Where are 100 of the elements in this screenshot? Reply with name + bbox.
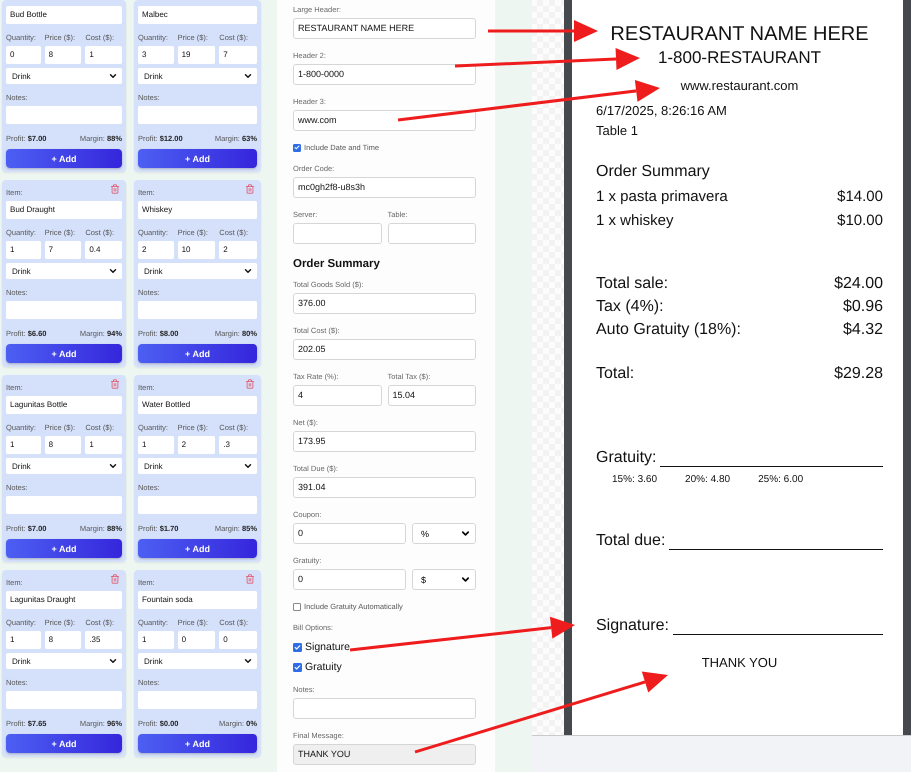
price-field[interactable]: 8 xyxy=(44,436,82,454)
quantity-field[interactable]: 1 xyxy=(138,436,174,454)
item-name-field[interactable]: Whiskey xyxy=(138,201,257,219)
item-name-field[interactable]: Fountain soda xyxy=(138,591,257,609)
total-amount: $24.00 xyxy=(834,274,883,294)
unit-select[interactable]: % xyxy=(412,523,476,544)
notes-field[interactable] xyxy=(138,496,257,514)
cost-field[interactable]: 1 xyxy=(85,436,122,454)
checkbox[interactable] xyxy=(293,144,301,152)
input-field[interactable]: 15.04 xyxy=(388,385,476,406)
item-name-field[interactable]: Bud Draught xyxy=(6,201,122,219)
input-field[interactable]: 0 xyxy=(293,569,406,590)
receipt-header: www.restaurant.com xyxy=(680,78,798,94)
receipt-table: Table 1 xyxy=(596,123,883,140)
trash-icon[interactable] xyxy=(245,574,255,584)
category-select[interactable]: Drink xyxy=(138,458,257,474)
line-amount: $10.00 xyxy=(837,210,883,230)
price-field[interactable]: 7 xyxy=(44,241,82,259)
notes-field[interactable] xyxy=(138,691,257,709)
add-button[interactable]: + Add xyxy=(6,539,122,558)
input-field[interactable]: 4 xyxy=(293,385,382,406)
quantity-field[interactable]: 3 xyxy=(138,46,174,64)
unit-select[interactable]: $ xyxy=(412,569,476,590)
trash-icon[interactable] xyxy=(245,379,255,389)
add-button[interactable]: + Add xyxy=(6,149,122,168)
trash-icon[interactable] xyxy=(110,184,120,194)
checkbox[interactable] xyxy=(293,642,302,652)
category-select[interactable]: Drink xyxy=(138,653,257,669)
input-field[interactable]: 202.05 xyxy=(293,339,476,360)
quantity-field[interactable]: 1 xyxy=(6,436,41,454)
price-field[interactable]: 8 xyxy=(44,46,82,64)
add-button[interactable]: + Add xyxy=(138,149,257,168)
item-name-field[interactable]: Lagunitas Draught xyxy=(6,591,122,609)
cost-field[interactable]: .3 xyxy=(219,436,257,454)
add-button[interactable]: + Add xyxy=(138,734,257,753)
category-select[interactable]: Drink xyxy=(6,68,122,84)
cost-field[interactable]: 0 xyxy=(219,631,257,649)
input-field[interactable] xyxy=(388,223,476,244)
input-field[interactable]: 173.95 xyxy=(293,431,476,452)
quantity-field[interactable]: 1 xyxy=(138,631,174,649)
input-field[interactable]: www.com xyxy=(293,110,476,131)
checkbox-label: Signature xyxy=(305,641,350,653)
trash-icon[interactable] xyxy=(245,184,255,194)
category-select[interactable]: Drink xyxy=(6,263,122,279)
receipt-header: 1-800-RESTAURANT xyxy=(658,47,822,68)
section-heading: Order Summary xyxy=(293,258,381,270)
total-label: Total sale: xyxy=(596,274,668,294)
cost-field[interactable]: 1 xyxy=(85,46,122,64)
category-select[interactable]: Drink xyxy=(138,263,257,279)
category-select[interactable]: Drink xyxy=(138,68,257,84)
cost-field[interactable]: 7 xyxy=(219,46,257,64)
tip-suggestion: 15%: 3.60 xyxy=(612,473,658,486)
input-field[interactable]: RESTAURANT NAME HERE xyxy=(293,18,476,39)
add-button[interactable]: + Add xyxy=(6,734,122,753)
price-field[interactable]: 2 xyxy=(178,436,216,454)
trash-icon[interactable] xyxy=(110,379,120,389)
notes-field[interactable] xyxy=(6,691,122,709)
input-field[interactable]: 376.00 xyxy=(293,293,476,314)
quantity-field[interactable]: 1 xyxy=(6,241,41,259)
line-amount: $14.00 xyxy=(837,187,883,207)
add-button[interactable]: + Add xyxy=(6,344,122,363)
checkbox[interactable] xyxy=(293,662,302,672)
notes-field[interactable] xyxy=(138,301,257,319)
category-select[interactable]: Drink xyxy=(6,458,122,474)
price-field[interactable]: 10 xyxy=(178,241,216,259)
checkbox[interactable] xyxy=(293,602,301,610)
trash-icon[interactable] xyxy=(110,574,120,584)
total-amount: $4.32 xyxy=(842,320,883,340)
notes-field[interactable] xyxy=(138,106,257,124)
cost-field[interactable]: .35 xyxy=(85,631,122,649)
gratuity-label: Gratuity: xyxy=(596,448,656,468)
cost-field[interactable]: 0.4 xyxy=(85,241,122,259)
input-field[interactable]: mc0gh2f8-u8s3h xyxy=(293,177,476,198)
cost-field[interactable]: 2 xyxy=(219,241,257,259)
input-field[interactable] xyxy=(293,698,476,719)
price-field[interactable]: 8 xyxy=(44,631,82,649)
total-label: Auto Gratuity (18%): xyxy=(596,320,741,340)
add-button[interactable]: + Add xyxy=(138,539,257,558)
item-name-field[interactable]: Bud Bottle xyxy=(6,6,122,24)
quantity-field[interactable]: 1 xyxy=(6,631,41,649)
notes-field[interactable] xyxy=(6,301,122,319)
price-field[interactable]: 19 xyxy=(178,46,216,64)
total-amount: $0.96 xyxy=(842,296,883,317)
add-button[interactable]: + Add xyxy=(138,344,257,363)
price-field[interactable]: 0 xyxy=(178,631,216,649)
input-field[interactable]: 0 xyxy=(293,523,406,544)
input-field[interactable]: 1-800-0000 xyxy=(293,64,476,85)
quantity-field[interactable]: 2 xyxy=(138,241,174,259)
category-select[interactable]: Drink xyxy=(6,653,122,669)
item-name-field[interactable]: Lagunitas Bottle xyxy=(6,396,122,414)
quantity-field[interactable]: 0 xyxy=(6,46,41,64)
notes-field[interactable] xyxy=(6,106,122,124)
input-field[interactable]: 391.04 xyxy=(293,477,476,498)
notes-field[interactable] xyxy=(6,496,122,514)
chevron-icon xyxy=(108,461,118,471)
item-name-field[interactable]: Water Bottled xyxy=(138,396,257,414)
chevron-icon xyxy=(243,461,253,471)
input-field[interactable] xyxy=(293,223,382,244)
item-name-field[interactable]: Malbec xyxy=(138,6,257,24)
signature-label: Signature: xyxy=(596,616,669,636)
